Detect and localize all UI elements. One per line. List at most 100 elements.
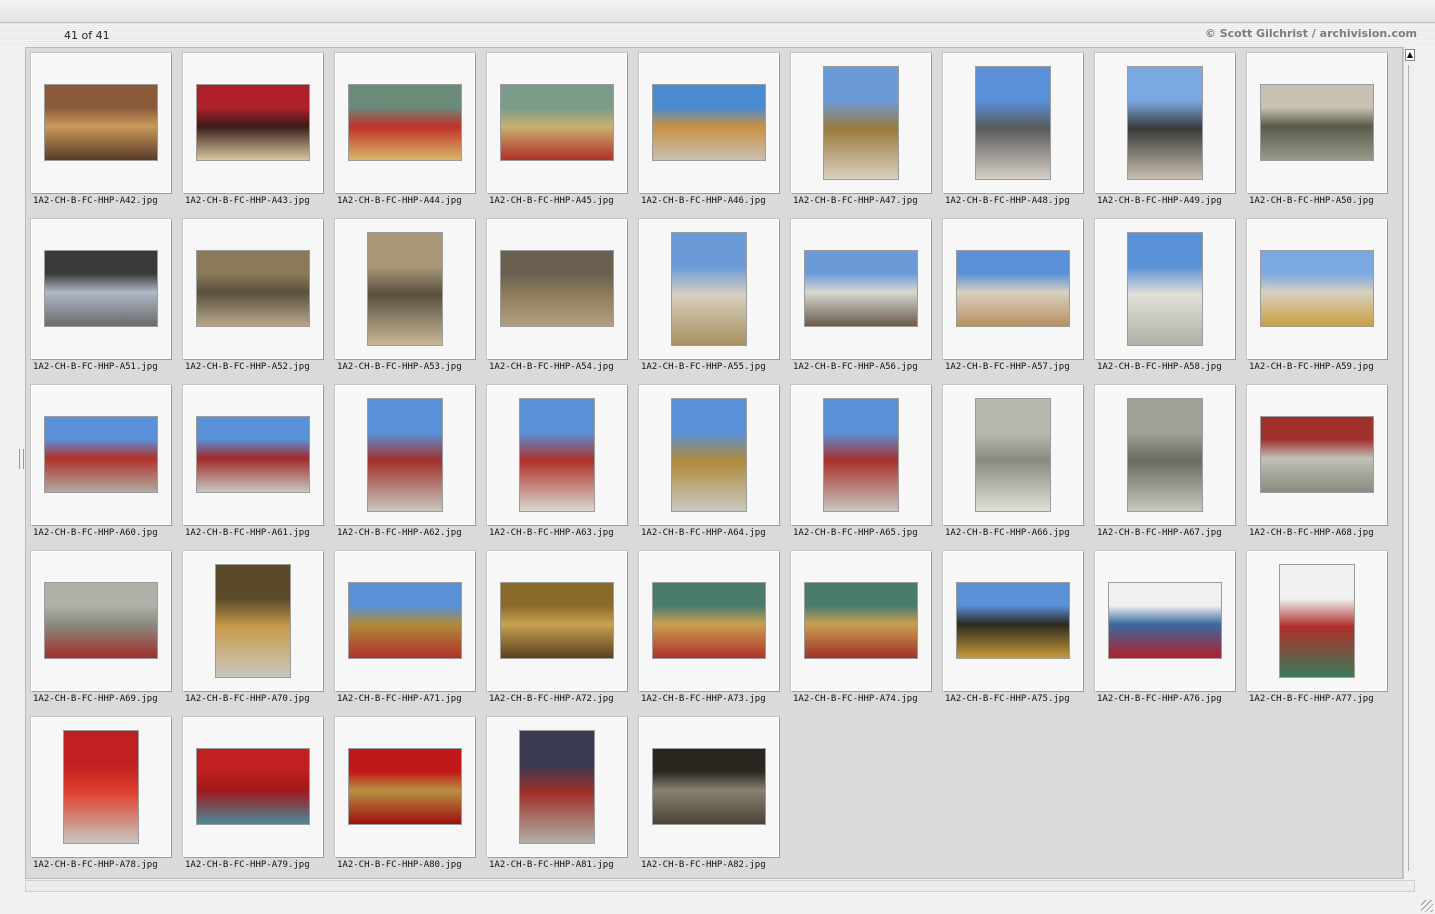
thumbnail-item[interactable]: 1A2-CH-B-FC-HHP-A46.jpg [639,53,779,213]
thumbnail-item[interactable]: 1A2-CH-B-FC-HHP-A61.jpg [183,385,323,545]
thumbnail-item[interactable]: 1A2-CH-B-FC-HHP-A45.jpg [487,53,627,213]
thumbnail-image[interactable] [501,251,613,326]
thumbnail-frame[interactable] [791,219,931,359]
thumbnail-frame[interactable] [487,551,627,691]
thumbnail-frame[interactable] [183,717,323,857]
thumbnail-frame[interactable] [1095,385,1235,525]
thumbnail-image[interactable] [1261,417,1373,492]
thumbnail-image[interactable] [957,251,1069,326]
thumbnail-item[interactable]: 1A2-CH-B-FC-HHP-A77.jpg [1247,551,1387,711]
thumbnail-image[interactable] [520,731,594,843]
thumbnail-image[interactable] [1261,251,1373,326]
thumbnail-item[interactable]: 1A2-CH-B-FC-HHP-A78.jpg [31,717,171,877]
thumbnail-image[interactable] [1280,565,1354,677]
thumbnail-item[interactable]: 1A2-CH-B-FC-HHP-A79.jpg [183,717,323,877]
panel-resize-handle[interactable] [19,449,24,469]
thumbnail-item[interactable]: 1A2-CH-B-FC-HHP-A60.jpg [31,385,171,545]
horizontal-scrollbar[interactable] [25,880,1415,892]
thumbnail-image[interactable] [197,417,309,492]
thumbnail-frame[interactable] [943,385,1083,525]
thumbnail-frame[interactable] [31,551,171,691]
thumbnail-item[interactable]: 1A2-CH-B-FC-HHP-A49.jpg [1095,53,1235,213]
thumbnail-frame[interactable] [1095,53,1235,193]
thumbnail-item[interactable]: 1A2-CH-B-FC-HHP-A51.jpg [31,219,171,379]
thumbnail-image[interactable] [672,399,746,511]
thumbnail-frame[interactable] [1247,53,1387,193]
thumbnail-frame[interactable] [639,219,779,359]
thumbnail-image[interactable] [216,565,290,677]
thumbnail-frame[interactable] [31,717,171,857]
thumbnail-frame[interactable] [183,53,323,193]
thumbnail-image[interactable] [1128,67,1202,179]
thumbnail-image[interactable] [349,749,461,824]
thumbnail-item[interactable]: 1A2-CH-B-FC-HHP-A74.jpg [791,551,931,711]
thumbnail-item[interactable]: 1A2-CH-B-FC-HHP-A64.jpg [639,385,779,545]
thumbnail-item[interactable]: 1A2-CH-B-FC-HHP-A55.jpg [639,219,779,379]
thumbnail-frame[interactable] [487,717,627,857]
thumbnail-frame[interactable] [639,385,779,525]
thumbnail-item[interactable]: 1A2-CH-B-FC-HHP-A48.jpg [943,53,1083,213]
thumbnail-image[interactable] [672,233,746,345]
thumbnail-item[interactable]: 1A2-CH-B-FC-HHP-A56.jpg [791,219,931,379]
thumbnail-item[interactable]: 1A2-CH-B-FC-HHP-A58.jpg [1095,219,1235,379]
thumbnail-frame[interactable] [31,219,171,359]
thumbnail-item[interactable]: 1A2-CH-B-FC-HHP-A82.jpg [639,717,779,877]
thumbnail-item[interactable]: 1A2-CH-B-FC-HHP-A80.jpg [335,717,475,877]
scroll-top-icon[interactable]: ▲ [1405,49,1415,61]
thumbnail-frame[interactable] [183,385,323,525]
thumbnail-item[interactable]: 1A2-CH-B-FC-HHP-A54.jpg [487,219,627,379]
thumbnail-frame[interactable] [335,385,475,525]
thumbnail-frame[interactable] [335,717,475,857]
thumbnail-item[interactable]: 1A2-CH-B-FC-HHP-A59.jpg [1247,219,1387,379]
thumbnail-item[interactable]: 1A2-CH-B-FC-HHP-A68.jpg [1247,385,1387,545]
thumbnail-item[interactable]: 1A2-CH-B-FC-HHP-A67.jpg [1095,385,1235,545]
thumbnail-item[interactable]: 1A2-CH-B-FC-HHP-A43.jpg [183,53,323,213]
thumbnail-image[interactable] [653,85,765,160]
thumbnail-frame[interactable] [487,53,627,193]
thumbnail-frame[interactable] [183,219,323,359]
thumbnail-frame[interactable] [31,385,171,525]
thumbnail-item[interactable]: 1A2-CH-B-FC-HHP-A50.jpg [1247,53,1387,213]
thumbnail-image[interactable] [805,583,917,658]
thumbnail-frame[interactable] [1247,551,1387,691]
thumbnail-item[interactable]: 1A2-CH-B-FC-HHP-A69.jpg [31,551,171,711]
thumbnail-frame[interactable] [1095,551,1235,691]
thumbnail-frame[interactable] [791,551,931,691]
thumbnail-frame[interactable] [487,385,627,525]
thumbnail-image[interactable] [368,233,442,345]
thumbnail-image[interactable] [805,251,917,326]
thumbnail-image[interactable] [197,749,309,824]
thumbnail-image[interactable] [349,583,461,658]
thumbnail-image[interactable] [1128,399,1202,511]
thumbnail-frame[interactable] [639,551,779,691]
thumbnail-image[interactable] [45,583,157,658]
thumbnail-item[interactable]: 1A2-CH-B-FC-HHP-A75.jpg [943,551,1083,711]
vertical-scrollbar[interactable]: ▲ [1403,47,1415,879]
scroll-track[interactable] [1408,65,1409,871]
thumbnail-frame[interactable] [791,53,931,193]
thumbnail-item[interactable]: 1A2-CH-B-FC-HHP-A47.jpg [791,53,931,213]
thumbnail-frame[interactable] [31,53,171,193]
thumbnail-frame[interactable] [639,53,779,193]
thumbnail-item[interactable]: 1A2-CH-B-FC-HHP-A65.jpg [791,385,931,545]
thumbnail-frame[interactable] [1247,219,1387,359]
window-resize-grip-icon[interactable] [1421,900,1433,912]
thumbnail-frame[interactable] [487,219,627,359]
thumbnail-image[interactable] [349,85,461,160]
thumbnail-item[interactable]: 1A2-CH-B-FC-HHP-A66.jpg [943,385,1083,545]
thumbnail-item[interactable]: 1A2-CH-B-FC-HHP-A62.jpg [335,385,475,545]
thumbnail-item[interactable]: 1A2-CH-B-FC-HHP-A63.jpg [487,385,627,545]
thumbnail-image[interactable] [1261,85,1373,160]
thumbnail-frame[interactable] [335,551,475,691]
thumbnail-image[interactable] [957,583,1069,658]
thumbnail-image[interactable] [45,417,157,492]
thumbnail-frame[interactable] [335,53,475,193]
thumbnail-item[interactable]: 1A2-CH-B-FC-HHP-A70.jpg [183,551,323,711]
thumbnail-image[interactable] [520,399,594,511]
thumbnail-image[interactable] [45,85,157,160]
thumbnail-frame[interactable] [639,717,779,857]
thumbnail-frame[interactable] [943,53,1083,193]
thumbnail-frame[interactable] [791,385,931,525]
thumbnail-image[interactable] [197,85,309,160]
thumbnail-item[interactable]: 1A2-CH-B-FC-HHP-A52.jpg [183,219,323,379]
